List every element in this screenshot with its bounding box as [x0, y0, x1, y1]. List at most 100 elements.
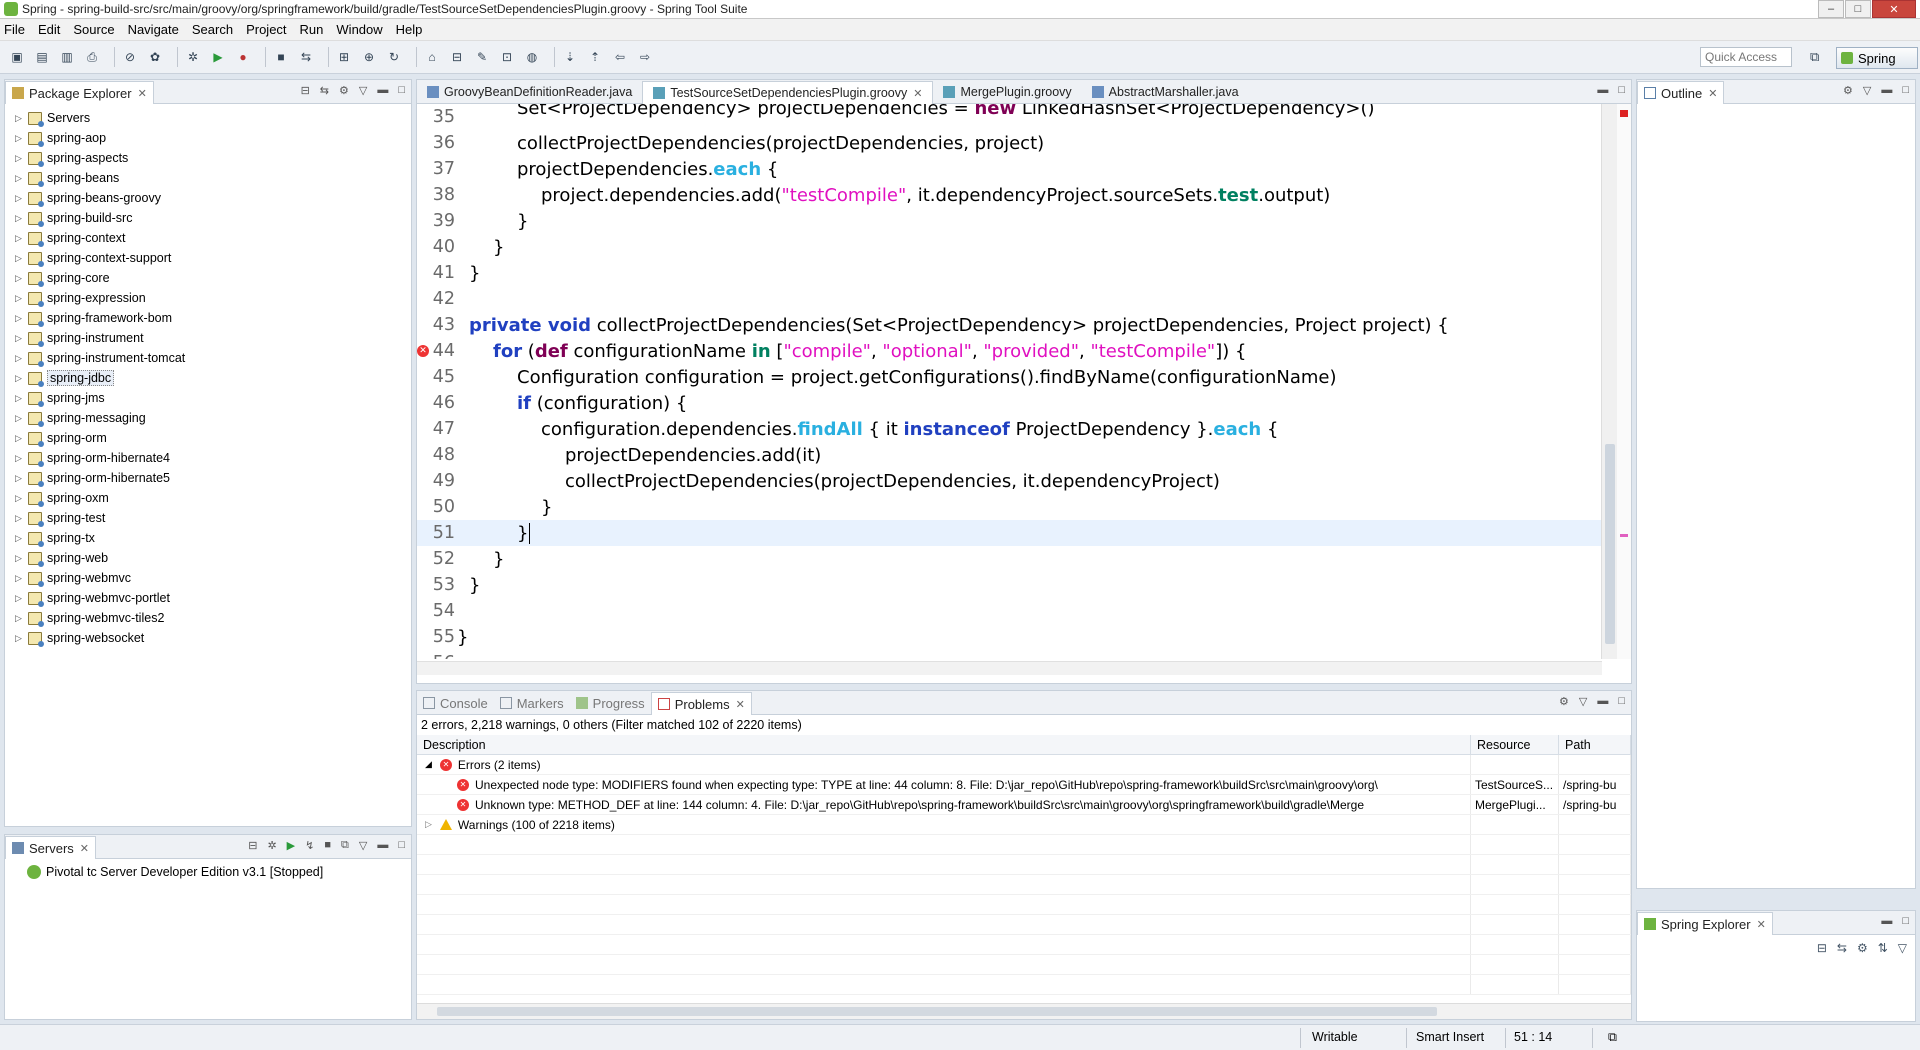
- minimize-icon[interactable]: ▬: [1597, 695, 1608, 708]
- tree-item[interactable]: ▷ spring-webmvc-tiles2: [5, 608, 411, 628]
- tree-item[interactable]: ▷ spring-instrument: [5, 328, 411, 348]
- expanded-icon[interactable]: ◢: [425, 759, 432, 770]
- errors-group-row[interactable]: ◢ ✕ Errors (2 items): [417, 755, 1631, 775]
- expand-icon[interactable]: ▷: [15, 553, 25, 564]
- expand-icon[interactable]: ▷: [15, 153, 25, 164]
- globe-icon[interactable]: ◍: [523, 48, 541, 66]
- expand-icon[interactable]: ▷: [15, 233, 25, 244]
- tree-item[interactable]: ▷ spring-websocket: [5, 628, 411, 648]
- view-menu-icon[interactable]: ⚙: [1559, 695, 1569, 708]
- tab-servers[interactable]: Servers ✕: [5, 836, 97, 859]
- chevron-down-icon[interactable]: ▽: [1863, 84, 1871, 97]
- expand-icon[interactable]: ▷: [15, 633, 25, 644]
- expand-icon[interactable]: ▷: [15, 373, 25, 384]
- tab-problems[interactable]: Problems ✕: [650, 692, 752, 715]
- tree-item[interactable]: ▷ spring-webmvc-portlet: [5, 588, 411, 608]
- error-marker-icon[interactable]: ✕: [417, 345, 429, 357]
- warnings-group-row[interactable]: ▷ Warnings (100 of 2218 items): [417, 815, 1631, 835]
- expand-icon[interactable]: ▷: [15, 593, 25, 604]
- menu-project[interactable]: Project: [246, 22, 286, 37]
- tab-groovy-bean-definition-reader[interactable]: GroovyBeanDefinitionReader.java: [417, 81, 642, 103]
- menu-help[interactable]: Help: [396, 22, 423, 37]
- link-with-editor-icon[interactable]: ⇆: [1837, 941, 1847, 955]
- open-folder-icon[interactable]: ⊟: [448, 48, 466, 66]
- tree-item[interactable]: ▷ spring-core: [5, 268, 411, 288]
- minimize-icon[interactable]: ▬: [377, 84, 388, 97]
- tree-item[interactable]: ▷ spring-beans: [5, 168, 411, 188]
- menu-navigate[interactable]: Navigate: [128, 22, 179, 37]
- minimize-icon[interactable]: ▬: [1881, 84, 1892, 97]
- tree-item[interactable]: ▷ spring-test: [5, 508, 411, 528]
- expand-icon[interactable]: ▷: [15, 133, 25, 144]
- maximize-icon[interactable]: □: [398, 84, 405, 97]
- tab-spring-explorer[interactable]: Spring Explorer ✕: [1637, 912, 1773, 935]
- expand-icon[interactable]: ▷: [15, 353, 25, 364]
- maximize-icon[interactable]: □: [1902, 84, 1909, 97]
- spring-dashboard-icon[interactable]: ✿: [146, 48, 164, 66]
- start-server-icon[interactable]: ▶: [287, 839, 295, 852]
- close-icon[interactable]: ✕: [913, 87, 922, 100]
- new-icon[interactable]: ▣: [8, 48, 26, 66]
- expand-icon[interactable]: ▷: [15, 573, 25, 584]
- maximize-icon[interactable]: □: [398, 839, 405, 852]
- tree-item[interactable]: ▷ spring-webmvc: [5, 568, 411, 588]
- expand-icon[interactable]: ▷: [15, 313, 25, 324]
- expand-icon[interactable]: ▷: [15, 413, 25, 424]
- minimize-icon[interactable]: ▬: [377, 839, 388, 852]
- close-button[interactable]: ✕: [1872, 0, 1916, 18]
- menu-file[interactable]: File: [4, 22, 25, 37]
- view-menu-icon[interactable]: ⚙: [339, 84, 349, 97]
- tree-item[interactable]: ▷ spring-tx: [5, 528, 411, 548]
- stop-server-icon[interactable]: ■: [324, 839, 331, 852]
- pencil-icon[interactable]: ✎: [473, 48, 491, 66]
- expand-icon[interactable]: ▷: [15, 533, 25, 544]
- code-editor[interactable]: 35 Set<ProjectDependency> projectDependen…: [417, 104, 1602, 659]
- tab-test-source-set-dependencies-plugin[interactable]: TestSourceSetDependenciesPlugin.groovy ✕: [642, 81, 934, 104]
- problems-horizontal-scrollbar[interactable]: [417, 1003, 1631, 1019]
- publish-icon[interactable]: ⧉: [341, 839, 349, 852]
- new-refresh-icon[interactable]: ↻: [385, 48, 403, 66]
- tab-outline[interactable]: Outline ✕: [1637, 81, 1725, 104]
- close-icon[interactable]: ✕: [138, 87, 147, 100]
- forward-icon[interactable]: ⇨: [636, 48, 654, 66]
- minimize-button[interactable]: –: [1818, 0, 1844, 18]
- tree-item[interactable]: ▷ spring-jms: [5, 388, 411, 408]
- expand-icon[interactable]: ▷: [15, 253, 25, 264]
- tab-abstract-marshaller[interactable]: AbstractMarshaller.java: [1082, 81, 1249, 103]
- close-icon[interactable]: ✕: [1757, 918, 1766, 931]
- collapse-all-icon[interactable]: ⊟: [1817, 941, 1827, 955]
- expand-icon[interactable]: ▷: [15, 513, 25, 524]
- menu-edit[interactable]: Edit: [38, 22, 60, 37]
- tree-item[interactable]: ▷ spring-aspects: [5, 148, 411, 168]
- tab-progress[interactable]: Progress: [570, 692, 651, 714]
- expand-icon[interactable]: ▷: [15, 613, 25, 624]
- save-icon[interactable]: ▤: [33, 48, 51, 66]
- server-entry[interactable]: Pivotal tc Server Developer Edition v3.1…: [5, 862, 411, 882]
- tab-console[interactable]: Console: [417, 692, 494, 714]
- column-path[interactable]: Path: [1559, 735, 1631, 754]
- minimize-icon[interactable]: ▬: [1881, 915, 1892, 927]
- editor-horizontal-scrollbar[interactable]: [417, 661, 1602, 675]
- folder-icon[interactable]: ⊡: [498, 48, 516, 66]
- tab-markers[interactable]: Markers: [494, 692, 570, 714]
- tree-item[interactable]: ▷ spring-expression: [5, 288, 411, 308]
- tree-item[interactable]: ▷ spring-messaging: [5, 408, 411, 428]
- tree-item[interactable]: ▷ spring-oxm: [5, 488, 411, 508]
- expand-icon[interactable]: ▷: [15, 433, 25, 444]
- tree-item[interactable]: ▷ spring-context: [5, 228, 411, 248]
- new-java-package-icon[interactable]: ⊞: [335, 48, 353, 66]
- run-icon[interactable]: ▶: [209, 48, 227, 66]
- chevron-down-icon[interactable]: ▽: [1579, 695, 1587, 708]
- expand-icon[interactable]: ▷: [15, 293, 25, 304]
- background-tasks-icon[interactable]: ⧉: [1608, 1030, 1617, 1045]
- column-resource[interactable]: Resource: [1471, 735, 1559, 754]
- next-annotation-icon[interactable]: ⇣: [561, 48, 579, 66]
- tree-item[interactable]: ▷ spring-context-support: [5, 248, 411, 268]
- tree-item[interactable]: ▷ spring-jdbc: [5, 368, 411, 388]
- expand-icon[interactable]: ▷: [15, 213, 25, 224]
- chevron-down-icon[interactable]: ▽: [359, 84, 367, 97]
- menu-run[interactable]: Run: [300, 22, 324, 37]
- skip-breakpoints-icon[interactable]: ⊘: [121, 48, 139, 66]
- debug-icon[interactable]: ✲: [184, 48, 202, 66]
- maximize-icon[interactable]: □: [1618, 695, 1625, 708]
